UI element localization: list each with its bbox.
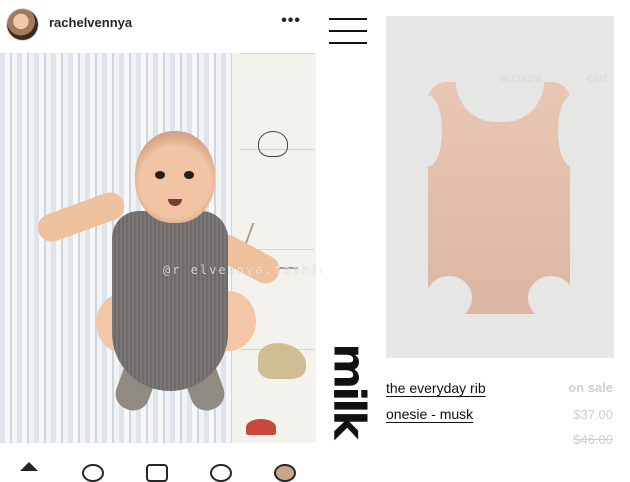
menu-icon[interactable] [329,18,367,44]
profile-icon[interactable] [274,464,296,482]
product-title-line2[interactable]: onesie - musk [386,406,473,422]
logo-text: milk [323,343,375,437]
watermark: @r elvennya.fashion [163,263,339,277]
search-icon[interactable] [82,464,104,482]
avatar[interactable] [7,9,38,40]
grey-onesie [112,211,228,391]
post-photo[interactable] [0,53,316,443]
add-post-icon[interactable] [146,464,168,482]
sale-label: on sale [568,380,613,395]
bottom-nav [0,455,322,482]
sale-price: $37.00 [573,407,613,422]
product-image[interactable]: account cart [386,16,614,358]
armhole [558,96,584,166]
balloon-illustration [258,131,288,157]
account-link[interactable]: account [499,71,541,85]
original-price: $46.00 [573,432,613,447]
post-header: rachelvennya ••• [0,0,322,50]
more-options-icon[interactable]: ••• [281,12,301,30]
product-title-line1[interactable]: the everyday rib [386,380,486,396]
eye [184,171,194,179]
product-page: account cart milk the everyday rib onesi… [322,0,630,472]
instagram-post: rachelvennya ••• @r elvennya.fashion [0,0,336,482]
mushroom-illustration [246,419,276,435]
heart-icon[interactable] [210,464,232,482]
home-icon[interactable] [20,462,38,471]
armhole [416,96,442,166]
eye [155,171,165,179]
leg-opening [528,276,574,320]
baby-head [135,131,215,223]
username[interactable]: rachelvennya [49,15,132,30]
milk-logo[interactable]: milk [322,340,376,440]
cart-link[interactable]: cart [587,71,607,85]
leg-opening [426,276,472,320]
